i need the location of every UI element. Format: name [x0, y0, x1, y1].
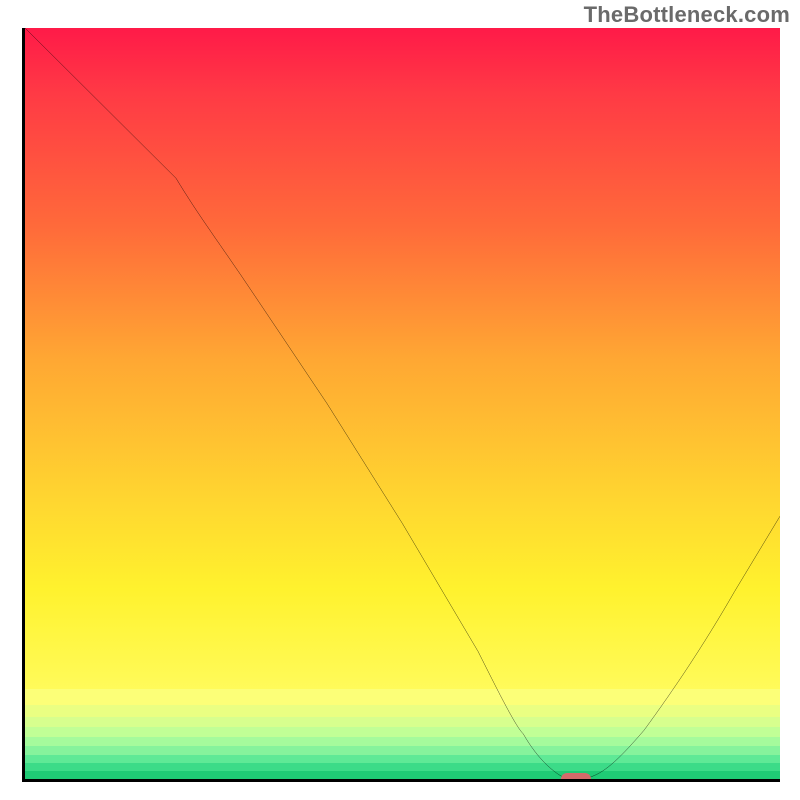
curve-svg — [25, 28, 780, 779]
bottleneck-curve — [25, 28, 780, 778]
optimal-marker — [561, 773, 591, 782]
plot-area — [22, 28, 780, 782]
chart-container: { "watermark": "TheBottleneck.com", "cha… — [0, 0, 800, 800]
watermark-text: TheBottleneck.com — [584, 2, 790, 28]
